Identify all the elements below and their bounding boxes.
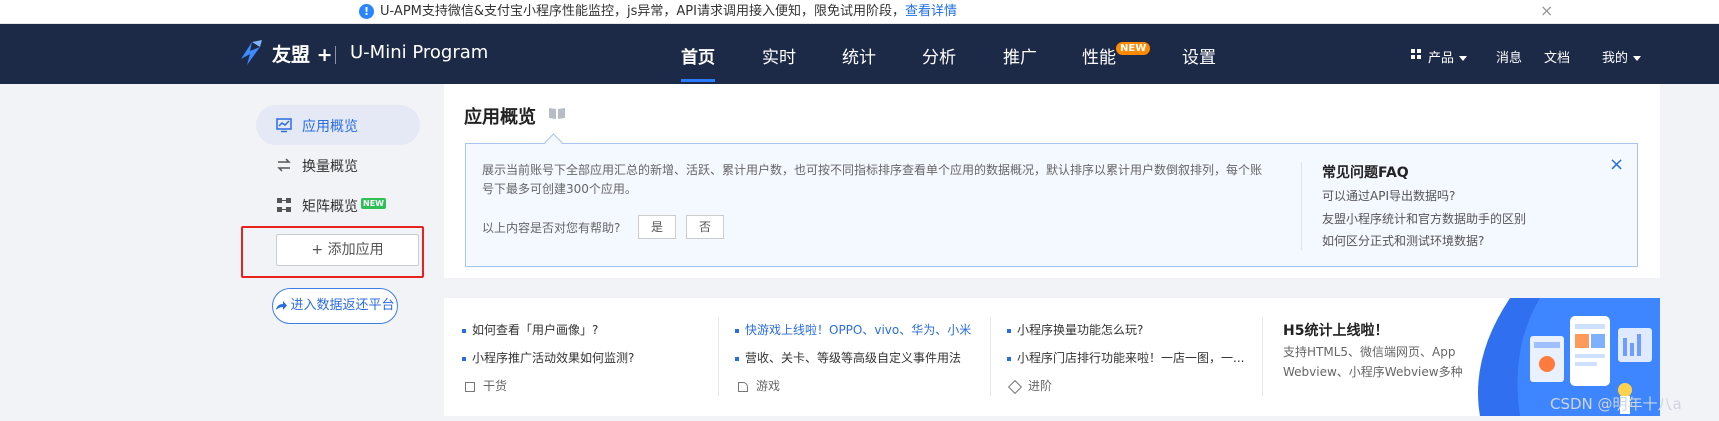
- article-icon: [465, 381, 475, 392]
- category-label: 干货: [483, 379, 508, 393]
- article-title: 小程序换量功能怎么玩?: [1017, 323, 1144, 337]
- category-games[interactable]: 游戏: [738, 377, 780, 394]
- nav-performance[interactable]: 性能: [1082, 43, 1116, 68]
- flag-icon: [738, 381, 748, 392]
- bullet-icon: [462, 328, 466, 333]
- helpful-question: 以上内容是否对您有帮助?: [482, 221, 621, 235]
- brand-logo[interactable]: 友盟 +: [272, 40, 333, 67]
- chart-monitor-icon: [276, 118, 292, 133]
- article-link[interactable]: 小程序换量功能怎么玩?: [1007, 321, 1143, 338]
- matrix-grid-icon: [277, 198, 291, 212]
- article-title: 快游戏上线啦！OPPO、vivo、华为、小米: [745, 323, 972, 337]
- article-title: 小程序门店排行功能来啦！一店一图，一...: [1017, 351, 1245, 365]
- nav-settings[interactable]: 设置: [1182, 43, 1216, 68]
- nav-home[interactable]: 首页: [681, 43, 715, 68]
- chevron-down-icon: [1459, 56, 1468, 61]
- sidebar-item-matrix-overview[interactable]: 矩阵概览 NEW: [256, 185, 420, 225]
- category-dry-goods[interactable]: 干货: [465, 377, 507, 394]
- faq-link[interactable]: 友盟小程序统计和官方数据助手的区别: [1322, 210, 1526, 227]
- nav-statistics[interactable]: 统计: [842, 43, 876, 68]
- notice-message: U-APM支持微信&支付宝小程序性能监控，js异常，API请求调用接入便知，限免…: [380, 4, 905, 19]
- faq-title: 常见问题FAQ: [1322, 165, 1409, 181]
- h5-promo-title[interactable]: H5统计上线啦！: [1283, 320, 1388, 340]
- h5-promo-desc: 支持HTML5、微信端网页、App Webview、小程序Webview多种: [1283, 345, 1463, 379]
- apps-grid-icon: [1411, 49, 1421, 59]
- notice-details-link[interactable]: 查看详情: [905, 4, 957, 19]
- category-advanced[interactable]: 进阶: [1007, 377, 1053, 394]
- nav-analysis[interactable]: 分析: [922, 43, 956, 68]
- notice-close-icon[interactable]: ×: [1540, 1, 1553, 21]
- faq-link[interactable]: 可以通过API导出数据吗?: [1322, 187, 1455, 204]
- info-icon: !: [359, 4, 374, 19]
- page-title: 应用概览: [464, 107, 536, 128]
- docs-link[interactable]: 文档: [1544, 47, 1570, 66]
- column-divider: [990, 318, 991, 396]
- nav-realtime[interactable]: 实时: [762, 43, 796, 68]
- column-divider: [718, 318, 719, 396]
- bullet-icon: [735, 356, 739, 361]
- product-name: U-Mini Program: [350, 42, 489, 63]
- notice-bar: ! U-APM支持微信&支付宝小程序性能监控，js异常，API请求调用接入便知，…: [0, 0, 1719, 24]
- sidebar-item-label: 矩阵概览: [302, 199, 358, 215]
- bullet-icon: [735, 328, 739, 333]
- info-close-icon[interactable]: ×: [1609, 156, 1624, 174]
- book-icon[interactable]: [548, 106, 566, 120]
- article-link[interactable]: 如何查看「用户画像」?: [462, 321, 598, 338]
- article-link[interactable]: 快游戏上线啦！OPPO、vivo、华为、小米: [735, 321, 971, 338]
- article-title: 营收、关卡、等级等高级自定义事件用法: [745, 351, 962, 365]
- chevron-down-icon: [1633, 56, 1642, 61]
- sidebar-item-app-overview[interactable]: 应用概览: [256, 105, 420, 145]
- add-app-button[interactable]: + 添加应用: [276, 234, 419, 266]
- messages-link[interactable]: 消息: [1496, 47, 1522, 66]
- umeng-logo-icon: [241, 40, 262, 65]
- article-link[interactable]: 小程序门店排行功能来啦！一店一图，一...: [1007, 349, 1244, 366]
- brand-divider: [335, 46, 336, 64]
- article-link[interactable]: 小程序推广活动效果如何监测?: [462, 349, 634, 366]
- data-platform-label: 进入数据返还平台: [290, 298, 395, 313]
- category-label: 进阶: [1028, 379, 1053, 393]
- faq-link[interactable]: 如何区分正式和测试环境数据?: [1322, 232, 1484, 249]
- cube-icon: [1007, 379, 1023, 394]
- products-label: 产品: [1428, 51, 1455, 66]
- nav-promotion[interactable]: 推广: [1003, 43, 1037, 68]
- column-divider: [1262, 318, 1263, 396]
- helpful-yes-button[interactable]: 是: [638, 215, 676, 239]
- share-arrow-icon: [276, 300, 288, 310]
- swap-arrows-icon: [277, 158, 291, 172]
- user-menu-label: 我的: [1602, 51, 1629, 66]
- info-divider: [1301, 162, 1302, 250]
- data-platform-button[interactable]: 进入数据返还平台: [272, 288, 398, 324]
- article-link[interactable]: 营收、关卡、等级等高级自定义事件用法: [735, 349, 961, 366]
- nav-new-badge: NEW: [1116, 42, 1151, 55]
- article-title: 如何查看「用户画像」?: [472, 323, 599, 337]
- sidebar-item-exchange-overview[interactable]: 换量概览: [256, 145, 420, 185]
- sidebar-item-label: 换量概览: [302, 159, 358, 175]
- user-menu[interactable]: 我的: [1602, 47, 1642, 66]
- category-label: 游戏: [756, 379, 781, 393]
- top-navbar: 友盟 + U-Mini Program 首页 实时 统计 分析 推广 性能 NE…: [0, 24, 1719, 84]
- sidebar-item-label: 应用概览: [302, 119, 358, 135]
- new-badge: NEW: [361, 198, 386, 209]
- bullet-icon: [1007, 328, 1011, 333]
- products-menu[interactable]: 产品: [1428, 47, 1468, 66]
- helpful-no-button[interactable]: 否: [686, 215, 724, 239]
- nav-active-indicator: [681, 79, 715, 82]
- article-title: 小程序推广活动效果如何监测?: [472, 351, 635, 365]
- overview-description: 展示当前账号下全部应用汇总的新增、活跃、累计用户数，也可按不同指标排序查看单个应…: [482, 163, 1263, 196]
- bullet-icon: [1007, 356, 1011, 361]
- csdn-watermark: CSDN @明年十八a: [1550, 395, 1682, 413]
- notice-text: U-APM支持微信&支付宝小程序性能监控，js异常，API请求调用接入便知，限免…: [380, 3, 957, 20]
- bullet-icon: [462, 356, 466, 361]
